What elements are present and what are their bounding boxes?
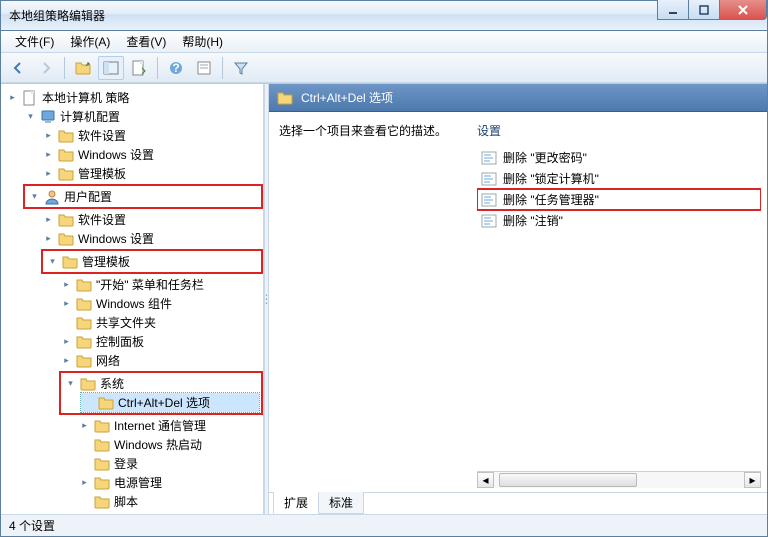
- policy-item[interactable]: 删除 "锁定计算机": [477, 168, 761, 189]
- policy-label: 删除 "锁定计算机": [503, 170, 599, 187]
- tree-label: Internet 通信管理: [114, 417, 206, 434]
- filter-button[interactable]: [228, 56, 254, 80]
- tree-pane[interactable]: ▸本地计算机 策略 ▾计算机配置 ▸软件设置 ▸Windows 设置 ▸管理模板: [1, 84, 264, 514]
- policy-item[interactable]: 删除 "注销": [477, 210, 761, 231]
- back-button[interactable]: [5, 56, 31, 80]
- tree-label: 网络: [96, 352, 120, 369]
- tree-label: Ctrl+Alt+Del 选项: [118, 394, 210, 411]
- description-pane: 选择一个项目来查看它的描述。: [279, 122, 469, 488]
- tree-scripts[interactable]: ▸脚本: [77, 492, 263, 511]
- policy-item[interactable]: 删除 "更改密码": [477, 147, 761, 168]
- tree-root[interactable]: ▸本地计算机 策略: [5, 88, 263, 107]
- tree-label: 共享文件夹: [96, 314, 156, 331]
- tab-standard[interactable]: 标准: [318, 492, 364, 514]
- titlebar[interactable]: 本地组策略编辑器: [1, 1, 767, 31]
- help-button[interactable]: ?: [163, 56, 189, 80]
- svg-text:?: ?: [172, 61, 179, 75]
- tree-label: Windows 组件: [96, 295, 172, 312]
- tree-shared[interactable]: ▸共享文件夹: [59, 313, 263, 332]
- menubar: 文件(F) 操作(A) 查看(V) 帮助(H): [1, 31, 767, 53]
- policy-label: 删除 "任务管理器": [503, 191, 599, 208]
- minimize-button[interactable]: [657, 0, 689, 20]
- tab-extended[interactable]: 扩展: [273, 492, 319, 514]
- scroll-thumb[interactable]: [499, 473, 637, 487]
- forward-button[interactable]: [33, 56, 59, 80]
- tree-label: 计算机配置: [60, 108, 120, 125]
- menu-view[interactable]: 查看(V): [118, 31, 174, 52]
- tree-win-comp[interactable]: ▸Windows 组件: [59, 294, 263, 313]
- horizontal-scrollbar[interactable]: ◂ ▸: [477, 471, 761, 488]
- show-tree-button[interactable]: [98, 56, 124, 80]
- tree-u-software[interactable]: ▸软件设置: [41, 210, 263, 229]
- tree-label: 本地计算机 策略: [42, 89, 129, 106]
- tree-label: 登录: [114, 455, 138, 472]
- detail-tabs: 扩展 标准: [269, 492, 767, 514]
- policy-label: 删除 "注销": [503, 212, 563, 229]
- scroll-left-icon[interactable]: ◂: [477, 472, 494, 488]
- tree-u-windows[interactable]: ▸Windows 设置: [41, 229, 263, 248]
- tree-u-admin[interactable]: ▾管理模板: [45, 252, 259, 271]
- policy-list[interactable]: 删除 "更改密码" 删除 "锁定计算机" 删除 "任务管理器" 删除 "注销": [477, 147, 761, 471]
- description-text: 选择一个项目来查看它的描述。: [279, 122, 469, 139]
- detail-header: Ctrl+Alt+Del 选项: [269, 84, 767, 112]
- detail-pane: Ctrl+Alt+Del 选项 选择一个项目来查看它的描述。 设置 删除 "更改…: [269, 84, 767, 514]
- tree-label: "开始" 菜单和任务栏: [96, 276, 204, 293]
- statusbar: 4 个设置: [1, 514, 767, 536]
- tree-label: Windows 设置: [78, 146, 154, 163]
- tree-hotboot[interactable]: ▸Windows 热启动: [77, 435, 263, 454]
- tree-logon[interactable]: ▸登录: [77, 454, 263, 473]
- tree-start-taskbar[interactable]: ▸"开始" 菜单和任务栏: [59, 275, 263, 294]
- tree-network[interactable]: ▸网络: [59, 351, 263, 370]
- tree-label: 控制面板: [96, 333, 144, 350]
- tree-control[interactable]: ▸控制面板: [59, 332, 263, 351]
- tree-label: 系统: [100, 375, 124, 392]
- toolbar: ?: [1, 53, 767, 83]
- scroll-right-icon[interactable]: ▸: [744, 472, 761, 488]
- status-text: 4 个设置: [9, 517, 55, 534]
- menu-help[interactable]: 帮助(H): [174, 31, 231, 52]
- up-button[interactable]: [70, 56, 96, 80]
- export-button[interactable]: [126, 56, 152, 80]
- maximize-button[interactable]: [688, 0, 720, 20]
- tree-c-windows[interactable]: ▸Windows 设置: [41, 145, 263, 164]
- policy-label: 删除 "更改密码": [503, 149, 587, 166]
- tree-label: 软件设置: [78, 127, 126, 144]
- tree-label: 脚本: [114, 493, 138, 510]
- tree-system[interactable]: ▾系统: [63, 374, 259, 393]
- tree-label: 用户配置: [64, 188, 112, 205]
- list-column-header[interactable]: 设置: [477, 122, 761, 147]
- content-area: ▸本地计算机 策略 ▾计算机配置 ▸软件设置 ▸Windows 设置 ▸管理模板: [1, 83, 767, 514]
- tree-user-config[interactable]: ▾用户配置: [27, 187, 259, 206]
- properties-button[interactable]: [191, 56, 217, 80]
- tree-power[interactable]: ▸电源管理: [77, 473, 263, 492]
- tree-computer-config[interactable]: ▾计算机配置: [23, 107, 263, 126]
- tree-label: Windows 设置: [78, 230, 154, 247]
- tree-inet[interactable]: ▸Internet 通信管理: [77, 416, 263, 435]
- window-title: 本地组策略编辑器: [9, 7, 105, 24]
- window-controls: [658, 0, 767, 20]
- menu-action[interactable]: 操作(A): [62, 31, 118, 52]
- tree-label: 管理模板: [82, 253, 130, 270]
- tree-label: Windows 热启动: [114, 436, 202, 453]
- tree-c-admin[interactable]: ▸管理模板: [41, 164, 263, 183]
- menu-file[interactable]: 文件(F): [7, 31, 62, 52]
- policy-list-pane: 设置 删除 "更改密码" 删除 "锁定计算机" 删除 "任务管理器" 删除 "注…: [477, 122, 761, 488]
- tree-label: 电源管理: [114, 474, 162, 491]
- tree-c-software[interactable]: ▸软件设置: [41, 126, 263, 145]
- scroll-track[interactable]: [494, 472, 744, 488]
- tree-cad-options[interactable]: ▸Ctrl+Alt+Del 选项: [81, 393, 259, 412]
- tree-label: 管理模板: [78, 165, 126, 182]
- policy-item-task-manager[interactable]: 删除 "任务管理器": [477, 189, 761, 210]
- tree-label: 软件设置: [78, 211, 126, 228]
- gpedit-window: 本地组策略编辑器 文件(F) 操作(A) 查看(V) 帮助(H) ? ▸本地计算…: [0, 0, 768, 537]
- close-button[interactable]: [719, 0, 767, 20]
- detail-title: Ctrl+Alt+Del 选项: [301, 89, 393, 106]
